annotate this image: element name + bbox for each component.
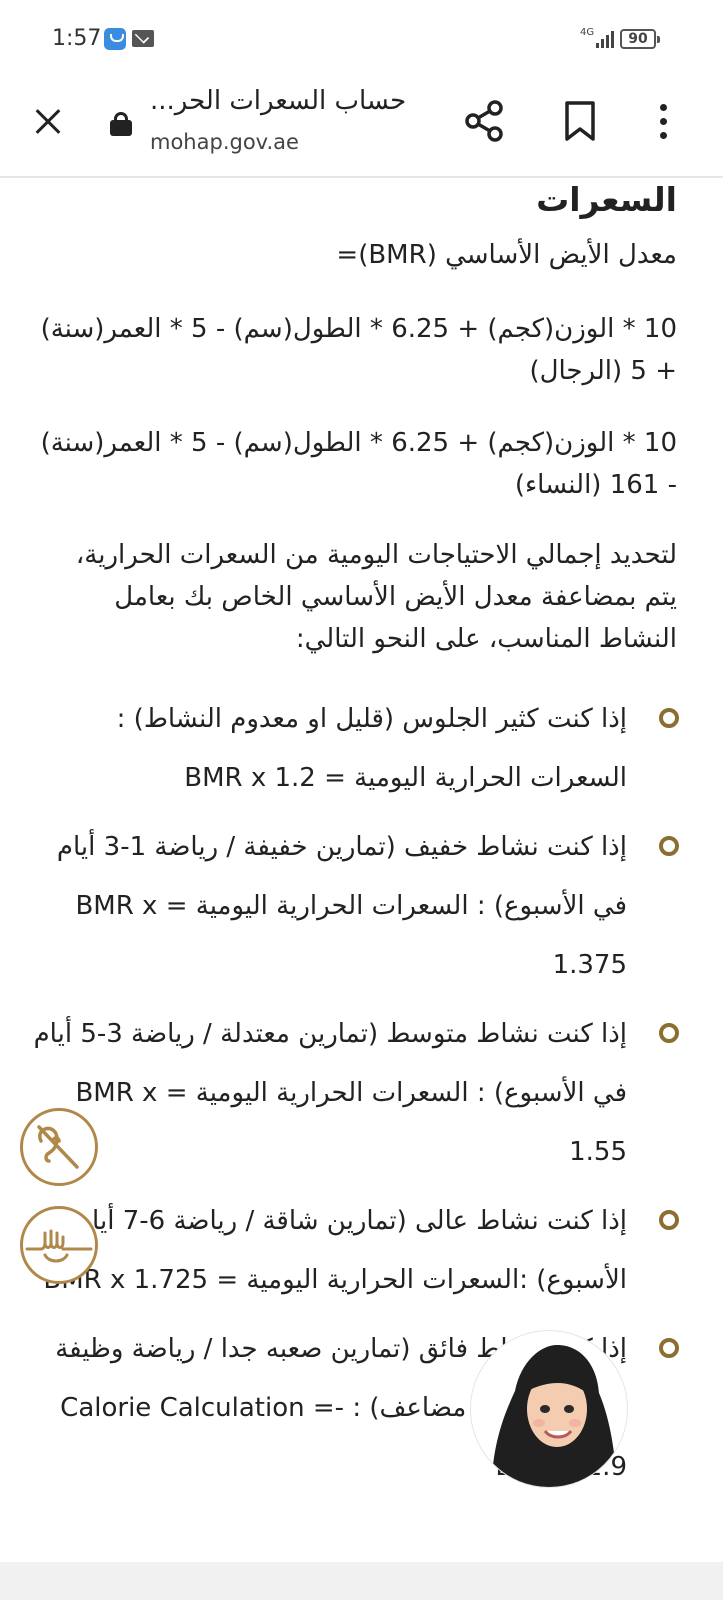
share-button[interactable] bbox=[464, 100, 504, 142]
status-bar: 1:57 4G 90 bbox=[0, 0, 723, 80]
signal-icon bbox=[596, 30, 614, 48]
lock-icon[interactable] bbox=[110, 112, 132, 136]
battery-indicator: 90 bbox=[620, 29, 660, 49]
app-notification-icon bbox=[104, 28, 126, 50]
mail-notification-icon bbox=[132, 30, 154, 47]
virtual-assistant-avatar[interactable] bbox=[470, 1330, 628, 1488]
close-button[interactable] bbox=[28, 102, 68, 142]
page-title[interactable]: حساب السعرات الحر... bbox=[150, 86, 440, 122]
assistant-avatar-icon bbox=[491, 1345, 617, 1487]
bmr-formula-men: 10 * الوزن(كجم) + 6.25 * الطول(سم) - 5 *… bbox=[40, 314, 677, 386]
list-item: إذا كنت نشاط عالى (تمارين شاقة / رياضة 6… bbox=[0, 1192, 723, 1310]
browser-toolbar: حساب السعرات الحر... mohap.gov.ae bbox=[0, 80, 723, 178]
more-options-button[interactable] bbox=[648, 100, 678, 142]
system-navigation-bar bbox=[0, 1562, 723, 1600]
page-url[interactable]: mohap.gov.ae bbox=[150, 130, 299, 154]
sign-language-icon bbox=[25, 1229, 93, 1263]
bullet-icon bbox=[659, 836, 679, 856]
list-item: إذا كنت نشاط خفيف (تمارين خفيفة / رياضة … bbox=[0, 818, 723, 995]
hearing-accessibility-button[interactable] bbox=[20, 1108, 98, 1186]
list-item: إذا كنت كثير الجلوس (قليل او معدوم النشا… bbox=[0, 690, 723, 808]
bmr-label: معدل الأيض الأساسي (BMR)= bbox=[336, 240, 677, 270]
bookmark-button[interactable] bbox=[560, 100, 600, 142]
bullet-icon bbox=[659, 708, 679, 728]
bookmark-icon bbox=[565, 101, 595, 141]
section-heading: السعرات bbox=[536, 180, 677, 219]
activity-text: إذا كنت كثير الجلوس (قليل او معدوم النشا… bbox=[116, 704, 627, 793]
intro-paragraph: لتحديد إجمالي الاحتياجات اليومية من السع… bbox=[75, 540, 677, 654]
sign-language-button[interactable] bbox=[20, 1206, 98, 1284]
status-time: 1:57 bbox=[52, 26, 102, 51]
list-item: إذا كنت نشاط متوسط (تمارين معتدلة / رياض… bbox=[0, 1005, 723, 1182]
network-type: 4G bbox=[580, 27, 595, 38]
bmr-formula-women: 10 * الوزن(كجم) + 6.25 * الطول(سم) - 5 *… bbox=[40, 428, 677, 500]
bullet-icon bbox=[659, 1023, 679, 1043]
hearing-disabled-icon bbox=[37, 1125, 79, 1169]
activity-text: إذا كنت نشاط متوسط (تمارين معتدلة / رياض… bbox=[33, 1019, 627, 1167]
activity-text: إذا كنت نشاط خفيف (تمارين خفيفة / رياضة … bbox=[56, 832, 627, 980]
bullet-icon bbox=[659, 1338, 679, 1358]
bullet-icon bbox=[659, 1210, 679, 1230]
activity-text: إذا كنت نشاط عالى (تمارين شاقة / رياضة 6… bbox=[34, 1206, 627, 1295]
share-icon bbox=[465, 100, 503, 142]
